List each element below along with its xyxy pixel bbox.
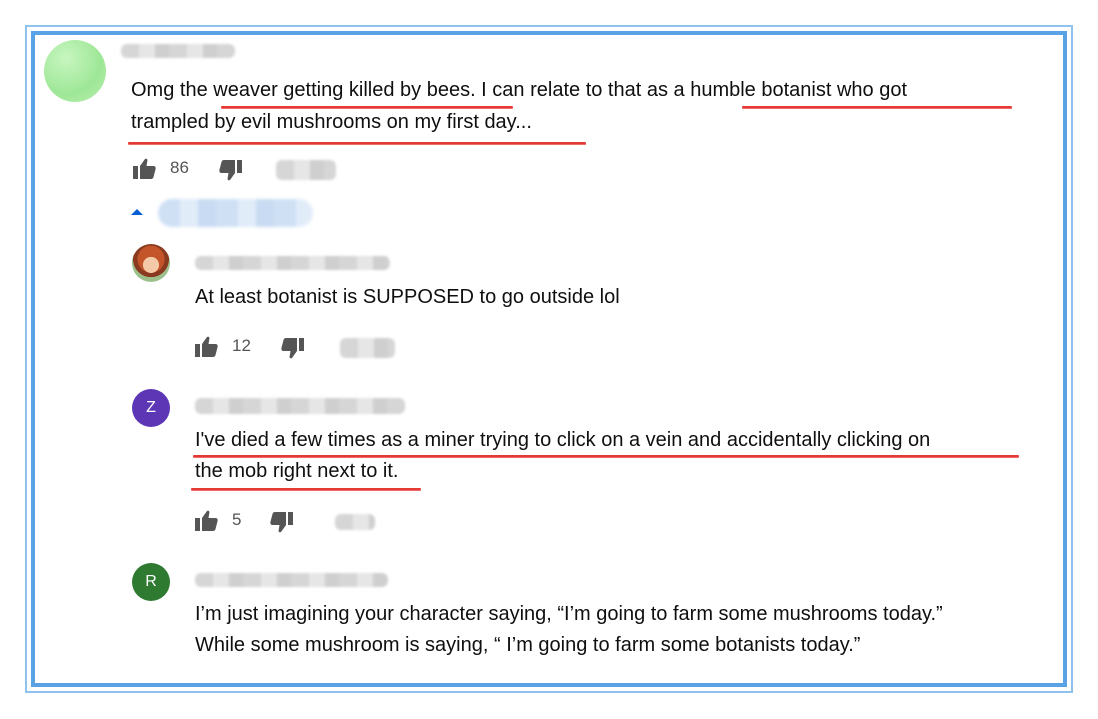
like-count: 5	[232, 510, 242, 529]
reply-author-avatar[interactable]: R	[132, 563, 170, 601]
reply-text-line-1: I've died a few times as a miner trying …	[195, 429, 931, 451]
reply-button-redacted[interactable]	[335, 514, 375, 530]
highlight-underline	[221, 106, 513, 108]
thumb-down-icon[interactable]	[280, 337, 304, 364]
highlight-underline	[742, 106, 1012, 108]
reply-text-line-2: While some mushroom is saying, “ I’m goi…	[195, 634, 861, 656]
reply-author-avatar[interactable]	[132, 244, 170, 282]
highlight-underline	[193, 455, 1019, 457]
highlight-underline	[191, 488, 421, 490]
reply-button-redacted[interactable]	[276, 160, 336, 180]
comment-author-avatar[interactable]	[44, 40, 106, 102]
like-count: 12	[232, 336, 251, 355]
highlight-underline	[128, 142, 586, 144]
comment-author-name-redacted[interactable]	[121, 44, 235, 58]
reply-text-line-1: I’m just imagining your character saying…	[195, 603, 943, 625]
reply-button-redacted[interactable]	[340, 338, 395, 358]
comment-text-line-1: Omg the weaver getting killed by bees. I…	[131, 79, 908, 101]
thumb-up-icon[interactable]	[195, 336, 219, 363]
reply-text-line-2: the mob right next to it.	[195, 460, 399, 482]
like-count: 86	[170, 158, 189, 177]
thumb-down-icon[interactable]	[218, 159, 242, 186]
reply-author-name-redacted[interactable]	[195, 256, 390, 270]
reply-author-name-redacted[interactable]	[195, 573, 388, 587]
comment-text-line-2: trampled by evil mushrooms on my first d…	[131, 111, 532, 133]
caret-up-icon[interactable]	[131, 209, 143, 215]
thumb-down-icon[interactable]	[269, 511, 293, 538]
reply-author-name-redacted[interactable]	[195, 398, 405, 414]
reply-text: At least botanist is SUPPOSED to go outs…	[195, 286, 620, 308]
hide-replies-button-redacted[interactable]	[158, 199, 313, 227]
thumb-up-icon[interactable]	[195, 510, 219, 537]
thumb-up-icon[interactable]	[133, 158, 157, 185]
reply-author-avatar[interactable]: Z	[132, 389, 170, 427]
